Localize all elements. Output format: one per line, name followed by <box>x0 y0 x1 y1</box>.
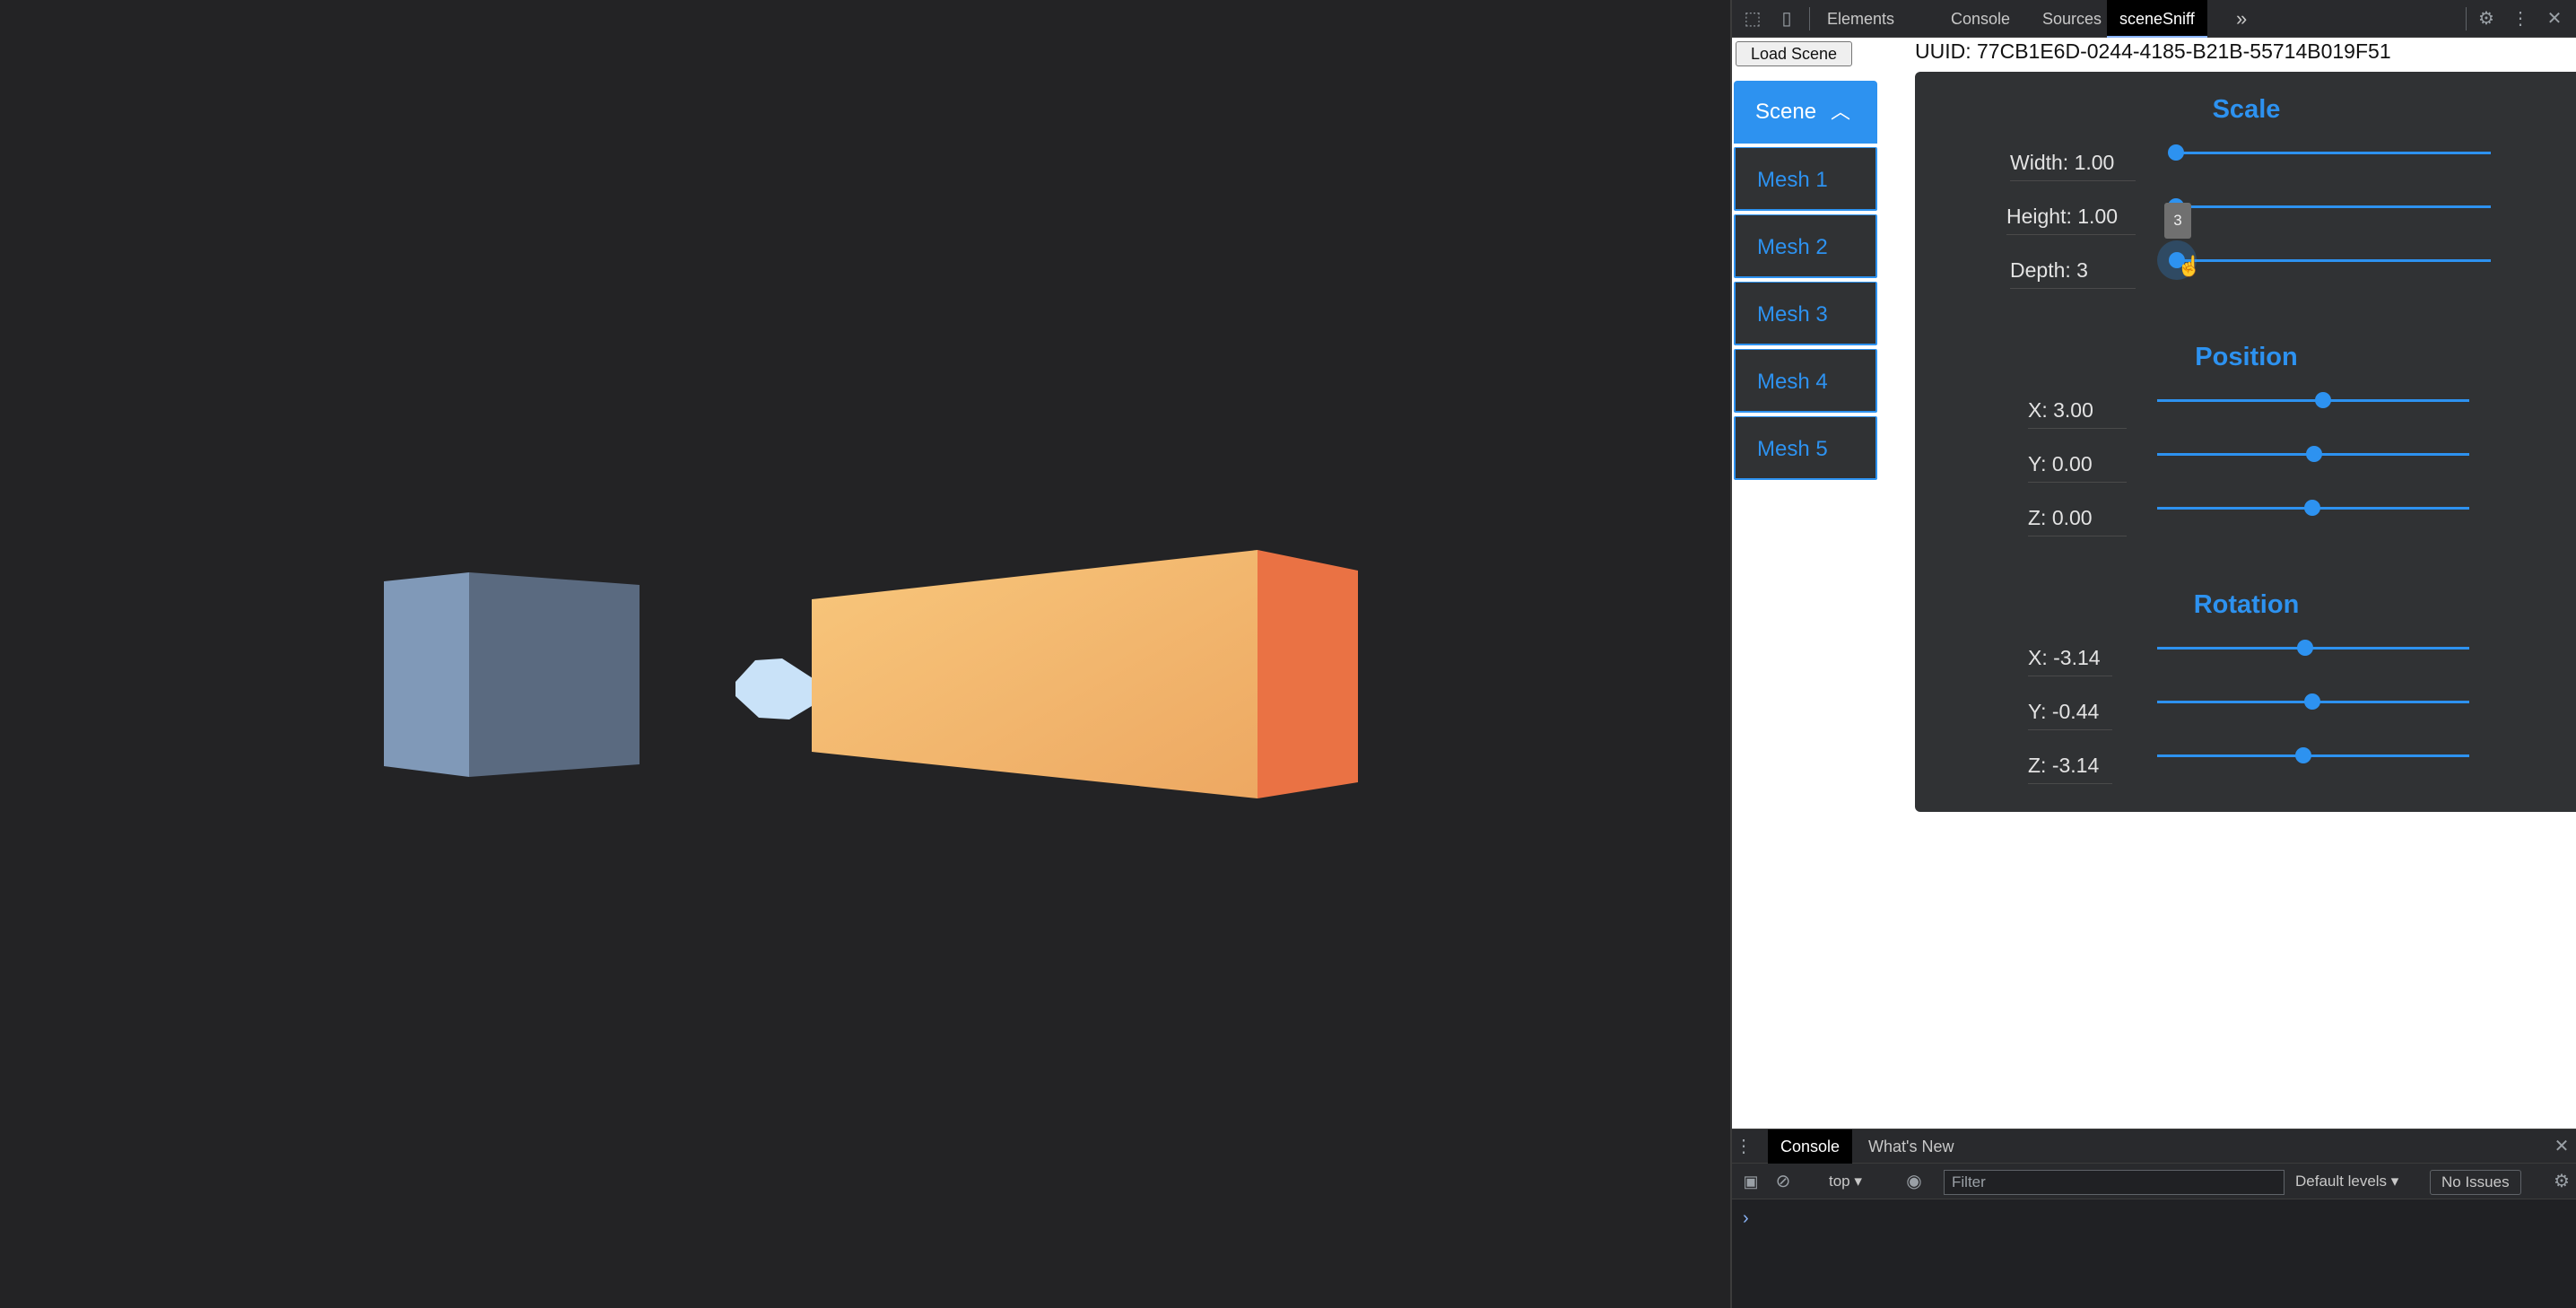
settings-gear-icon[interactable]: ⚙ <box>2475 7 2498 31</box>
position-y-thumb[interactable] <box>2306 446 2322 462</box>
cube-left-face <box>384 572 469 777</box>
log-levels-dropdown[interactable]: Default levels ▾ <box>2295 1164 2398 1199</box>
scene-uuid: UUID: 77CB1E6D-0244-4185-B21B-55714B019F… <box>1915 39 2391 63</box>
scale-section-title: Scale <box>2212 95 2281 124</box>
sidebar-toggle-icon[interactable]: ▣ <box>1739 1170 1762 1193</box>
drawer-menu-icon[interactable]: ⋮ <box>1732 1135 1755 1158</box>
device-toolbar-icon[interactable]: ▯ <box>1775 7 1798 31</box>
scale-width-label: Width: 1.00 <box>2010 151 2136 181</box>
cube-front-face <box>469 572 640 777</box>
box-side-face <box>1258 550 1358 798</box>
issues-button[interactable]: No Issues <box>2430 1170 2521 1195</box>
position-z-label: Z: 0.00 <box>2028 506 2127 536</box>
console-filter-input[interactable]: Filter <box>1944 1170 2284 1195</box>
drawer-tabs: ⋮ Console What's New ✕ <box>1732 1129 2576 1164</box>
position-z-thumb[interactable] <box>2304 500 2320 516</box>
scale-height-label: Height: 1.00 <box>2006 205 2136 235</box>
toolbar-divider <box>1809 7 1810 31</box>
hand-cursor-icon: ☝ <box>2177 255 2202 277</box>
tree-item-scene[interactable]: Scene ︿ <box>1734 81 1877 144</box>
rotation-x-slider[interactable] <box>2157 647 2469 650</box>
properties-panel: Scale Width: 1.00 Height: 1.00 3 Depth: … <box>1915 72 2576 812</box>
more-tabs-icon[interactable]: » <box>2224 0 2259 38</box>
console-settings-icon[interactable]: ⚙ <box>2550 1170 2573 1193</box>
drawer-tab-console[interactable]: Console <box>1768 1129 1853 1164</box>
console-drawer: ⋮ Console What's New ✕ ▣ ⊘ top ▾ ◉ Filte… <box>1732 1129 2576 1308</box>
console-prompt[interactable]: › <box>1743 1208 1749 1229</box>
position-section-title: Position <box>2195 343 2298 371</box>
rotation-z-slider[interactable] <box>2157 754 2469 757</box>
scene-viewport[interactable] <box>0 0 1730 1308</box>
scale-height-slider[interactable] <box>2175 205 2491 208</box>
rotation-z-thumb[interactable] <box>2295 747 2311 763</box>
close-devtools-icon[interactable]: ✕ <box>2543 7 2566 31</box>
scale-width-thumb[interactable] <box>2168 144 2184 161</box>
box-front-face <box>812 550 1258 798</box>
scale-depth-label: Depth: 3 <box>2010 258 2136 289</box>
scale-width-slider[interactable] <box>2175 152 2491 154</box>
position-x-slider[interactable] <box>2157 399 2469 402</box>
rotation-y-label: Y: -0.44 <box>2028 700 2112 730</box>
rotation-x-label: X: -3.14 <box>2028 646 2112 676</box>
position-x-label: X: 3.00 <box>2028 398 2127 429</box>
devtools-panel: ⬚ ▯ Elements Console Sources sceneSniff … <box>1730 0 2576 1308</box>
console-toolbar: ▣ ⊘ top ▾ ◉ Filter Default levels ▾ No I… <box>1732 1164 2576 1199</box>
rotation-y-thumb[interactable] <box>2304 693 2320 710</box>
position-x-thumb[interactable] <box>2315 392 2331 408</box>
devtools-toolbar: ⬚ ▯ Elements Console Sources sceneSniff … <box>1732 0 2576 38</box>
toolbar-divider <box>2466 7 2467 31</box>
scene-canvas <box>384 550 1358 798</box>
chevron-up-icon[interactable]: ︿ <box>1831 81 1850 144</box>
close-drawer-icon[interactable]: ✕ <box>2550 1135 2573 1158</box>
position-y-label: Y: 0.00 <box>2028 452 2127 483</box>
inspect-element-icon[interactable]: ⬚ <box>1741 7 1764 31</box>
clear-console-icon[interactable]: ⊘ <box>1771 1170 1795 1193</box>
tab-scenesniff[interactable]: sceneSniff <box>2107 0 2207 38</box>
tree-item-mesh-3[interactable]: Mesh 3 <box>1734 282 1877 345</box>
sphere-mesh <box>735 658 816 719</box>
load-scene-button[interactable]: Load Scene <box>1736 41 1852 66</box>
tab-elements[interactable]: Elements <box>1815 0 1907 38</box>
scale-depth-slider[interactable] <box>2184 259 2491 262</box>
drawer-tab-whats-new[interactable]: What's New <box>1856 1129 1966 1164</box>
rotation-z-label: Z: -3.14 <box>2028 754 2112 784</box>
tab-sources[interactable]: Sources <box>2030 0 2114 38</box>
rotation-section-title: Rotation <box>2193 590 2300 619</box>
slider-value-tooltip: 3 <box>2164 203 2191 239</box>
tree-item-mesh-4[interactable]: Mesh 4 <box>1734 349 1877 413</box>
scene-tree: Scene ︿ Mesh 1 Mesh 2 Mesh 3 Mesh 4 Mesh… <box>1734 81 1877 480</box>
kebab-menu-icon[interactable]: ⋮ <box>2509 7 2532 31</box>
eye-icon[interactable]: ◉ <box>1902 1170 1926 1193</box>
tree-item-mesh-5[interactable]: Mesh 5 <box>1734 416 1877 480</box>
tree-scene-label: Scene <box>1755 100 1817 124</box>
context-selector[interactable]: top ▾ <box>1829 1164 1862 1199</box>
tree-item-mesh-2[interactable]: Mesh 2 <box>1734 214 1877 278</box>
tree-item-mesh-1[interactable]: Mesh 1 <box>1734 147 1877 211</box>
rotation-x-thumb[interactable] <box>2297 640 2313 656</box>
tab-console[interactable]: Console <box>1938 0 2023 38</box>
